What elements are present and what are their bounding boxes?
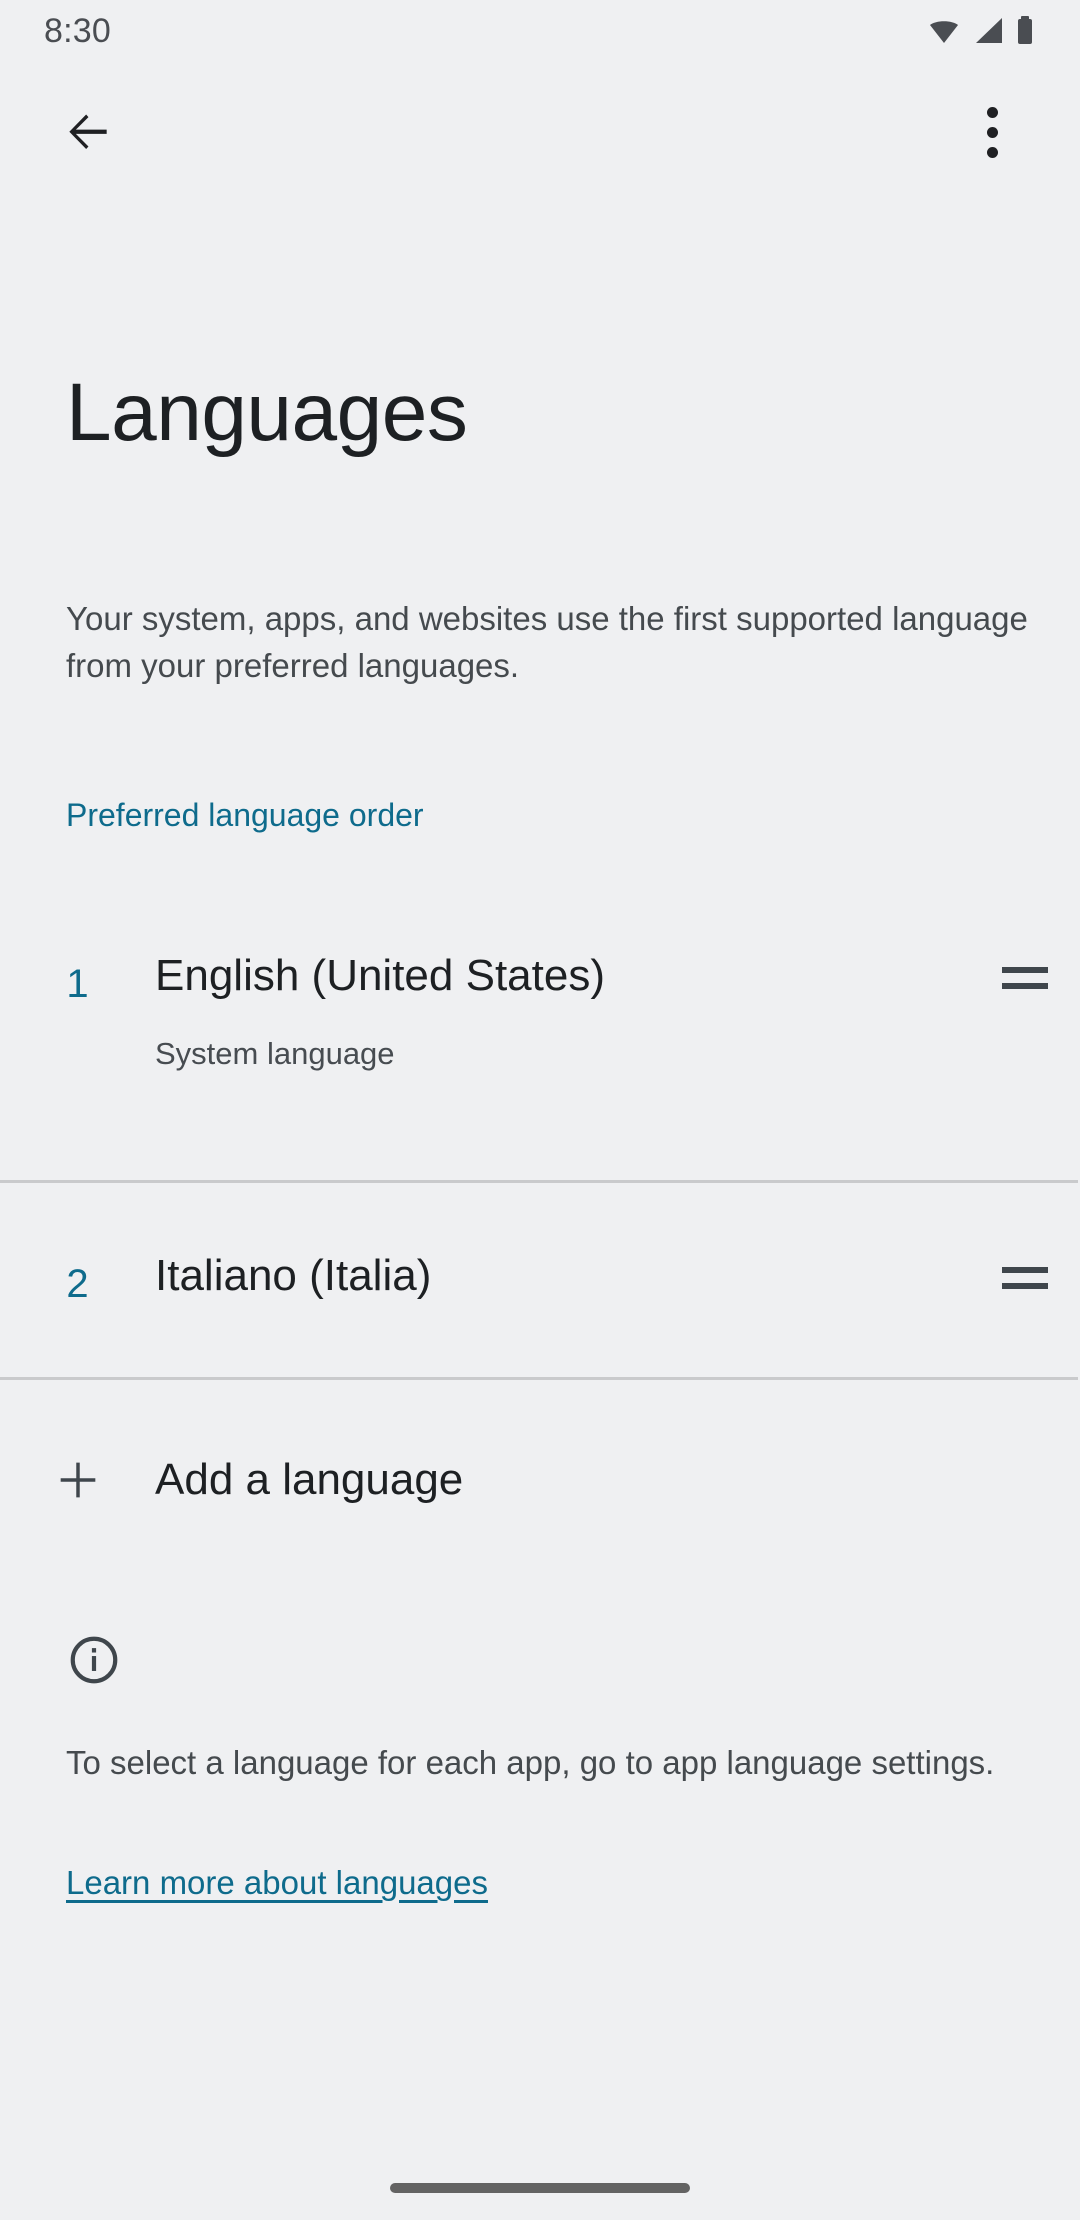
preferred-language-order-header: Preferred language order: [66, 797, 424, 833]
info-circle-icon: [66, 1632, 122, 1693]
language-subtitle: System language: [155, 1036, 395, 1071]
more-vert-icon-dot3: [986, 146, 998, 158]
drag-bar-bottom: [1002, 1283, 1048, 1289]
cell-signal-icon: [976, 18, 1002, 43]
learn-more-link[interactable]: Learn more about languages: [66, 1862, 488, 1903]
status-bar: 8:30: [0, 0, 1080, 62]
footer-text: To select a language for each app, go to…: [66, 1744, 995, 1781]
add-language-label: Add a language: [155, 1455, 464, 1504]
drag-handle-icon[interactable]: [970, 948, 1080, 1008]
language-name: Italiano (Italia): [155, 1251, 432, 1300]
drag-bar-bottom: [1002, 983, 1048, 989]
nav-gesture-bar[interactable]: [390, 2183, 690, 2193]
language-row-texts: English (United States) System language: [155, 951, 970, 1071]
plus-icon-wrap: [0, 1454, 155, 1506]
overflow-menu-button[interactable]: [944, 84, 1040, 180]
status-clock: 8:30: [44, 12, 111, 50]
plus-icon: [60, 1462, 95, 1498]
more-vert-icon: [986, 106, 998, 118]
app-bar: [0, 62, 1080, 202]
page-description: Your system, apps, and websites use the …: [66, 600, 1028, 684]
status-icons: [926, 13, 1036, 49]
settings-languages-screen: 8:30 Languages Your system, apps, and we…: [0, 0, 1080, 2220]
language-row-english[interactable]: 1 English (United States) System languag…: [0, 890, 1080, 1180]
drag-bar-top: [1002, 1267, 1048, 1273]
language-row-italiano[interactable]: 2 Italiano (Italia): [0, 1180, 1080, 1380]
language-list: 1 English (United States) System languag…: [0, 890, 1080, 1380]
language-order-number: 2: [66, 1262, 89, 1306]
page-title: Languages: [66, 367, 468, 458]
wifi-icon: [930, 21, 958, 43]
back-button[interactable]: [40, 84, 136, 180]
language-name: English (United States): [155, 951, 605, 1000]
row-divider-top: [0, 1180, 1078, 1183]
language-row-texts: Italiano (Italia): [155, 1254, 970, 1298]
back-arrow-icon: [69, 114, 107, 150]
language-order-number: 1: [66, 962, 89, 1006]
add-language-button[interactable]: Add a language: [0, 1380, 1080, 1580]
drag-handle-icon[interactable]: [970, 1248, 1080, 1308]
battery-icon: [1018, 16, 1032, 44]
more-vert-icon-dot2: [986, 126, 998, 138]
drag-bar-top: [1002, 967, 1048, 973]
